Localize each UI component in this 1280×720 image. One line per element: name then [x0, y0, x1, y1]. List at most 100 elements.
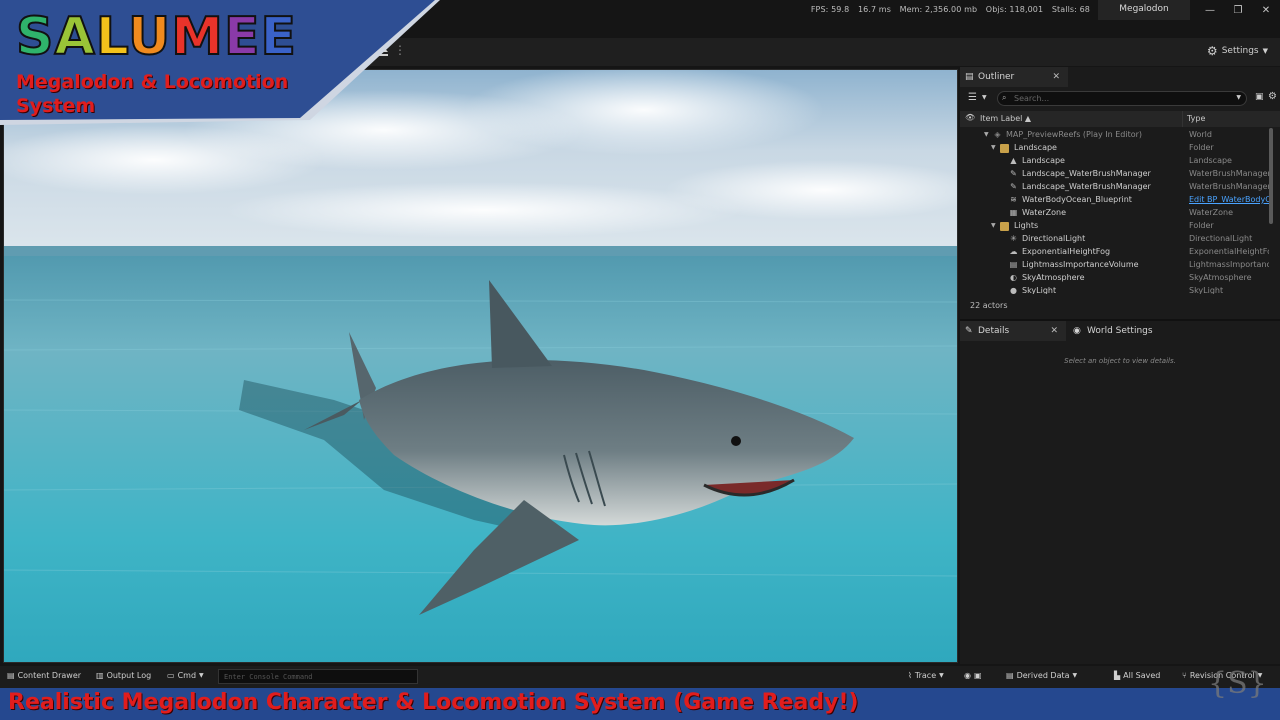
expand-arrow-icon[interactable]: ▼	[991, 141, 996, 154]
tree-row[interactable]: ✎ Landscape_WaterBrushManager WaterBrush…	[960, 180, 1270, 193]
row-type: DirectionalLight	[1189, 234, 1253, 243]
folder-icon	[1000, 222, 1009, 231]
search-input[interactable]	[1014, 92, 1224, 105]
outliner-scrollbar[interactable]	[1269, 128, 1273, 224]
status-bar: ▤ Content Drawer ▥ Output Log ▭ Cmd ▼ ⌇ …	[0, 666, 1280, 688]
terminal-icon: ▭	[167, 671, 175, 680]
world-icon: ◈	[994, 130, 1001, 139]
visibility-icon[interactable]: 👁	[965, 113, 975, 122]
edit-blueprint-link[interactable]: Edit BP_WaterBodyOcean	[1189, 193, 1269, 206]
performance-stats: FPS: 59.8 16.7 ms Mem: 2,356.00 mb Objs:…	[805, 5, 1090, 14]
frame-time-stat: 16.7 ms	[857, 5, 891, 14]
tree-row-folder[interactable]: ▼ Lights Folder	[960, 219, 1270, 232]
tree-row[interactable]: ✳ DirectionalLight DirectionalLight	[960, 232, 1270, 245]
fog-icon: ☁	[1009, 247, 1018, 256]
stalls-stat: Stalls: 68	[1051, 5, 1090, 14]
row-type: ExponentialHeightFog	[1189, 247, 1269, 256]
close-window-button[interactable]: ✕	[1254, 3, 1278, 19]
column-item-label[interactable]: Item Label ▲	[980, 114, 1031, 123]
all-saved-label: All Saved	[1123, 671, 1161, 680]
row-type: Folder	[1189, 221, 1214, 230]
viewport-scene	[4, 70, 957, 662]
row-label: Landscape_WaterBrushManager	[1022, 182, 1151, 191]
settings-label: Settings	[1221, 46, 1259, 56]
minimize-button[interactable]: —	[1198, 3, 1222, 19]
row-label: SkyLight	[1022, 286, 1057, 294]
column-separator[interactable]	[1182, 111, 1183, 127]
add-folder-icon[interactable]: ▣	[1255, 92, 1264, 102]
content-drawer-button[interactable]: ▤ Content Drawer	[7, 671, 81, 680]
banner-title: Realistic Megalodon Character & Locomoti…	[8, 690, 859, 715]
tree-row[interactable]: ✎ Landscape_WaterBrushManager WaterBrush…	[960, 167, 1270, 180]
outliner-column-header: 👁 Item Label ▲ Type	[960, 111, 1280, 127]
tab-outliner[interactable]: ▤ Outliner ✕	[960, 67, 1068, 87]
tree-row[interactable]: ▤ LightmassImportanceVolume LightmassImp…	[960, 258, 1270, 271]
row-label: Lights	[1014, 221, 1039, 230]
project-tab[interactable]: Megalodon	[1098, 0, 1190, 20]
directional-light-icon: ✳	[1010, 234, 1017, 243]
settings-button[interactable]: ⚙ Settings ▼	[1207, 44, 1268, 58]
all-saved-button[interactable]: ▙ All Saved	[1114, 671, 1160, 680]
search-icon: ⌕	[1002, 93, 1007, 102]
record-icon: ◉	[964, 671, 971, 680]
gear-icon: ⚙	[1206, 44, 1218, 58]
row-type: WaterBrushManager	[1189, 182, 1269, 191]
level-viewport[interactable]	[3, 69, 958, 663]
tree-row[interactable]: ◐ SkyAtmosphere SkyAtmosphere	[960, 271, 1270, 284]
brush-icon: ✎	[1010, 169, 1017, 178]
brand-overlay: SALUMEE Megalodon & Locomotion System	[0, 0, 440, 125]
derived-data-icon: ▤	[1006, 671, 1014, 680]
row-label: SkyAtmosphere	[1022, 273, 1085, 282]
tree-row[interactable]: ≋ WaterBodyOcean_Blueprint Edit BP_Water…	[960, 193, 1270, 206]
details-tab-label: Details	[978, 326, 1010, 336]
save-icon: ▙	[1114, 671, 1121, 680]
brand-letter: S	[15, 6, 55, 68]
close-icon[interactable]: ✕	[1050, 321, 1058, 341]
trace-dropdown[interactable]: ⌇ Trace ▼	[908, 671, 944, 680]
tree-row[interactable]: ▦ WaterZone WaterZone	[960, 206, 1270, 219]
output-log-button[interactable]: ▥ Output Log	[96, 671, 151, 680]
brand-letter: E	[260, 6, 298, 68]
revision-icon: ⑂	[1182, 671, 1187, 680]
search-dropdown-icon[interactable]: ▼	[1236, 94, 1241, 101]
chevron-down-icon[interactable]: ▼	[982, 94, 987, 101]
brush-icon: ✎	[1010, 182, 1017, 191]
expand-arrow-icon[interactable]: ▼	[984, 128, 989, 141]
tree-row[interactable]: ▲ Landscape Landscape	[960, 154, 1270, 167]
screenshot-icon[interactable]: ▣	[974, 671, 982, 680]
tab-details[interactable]: ✎ Details ✕	[960, 321, 1066, 341]
output-log-label: Output Log	[106, 671, 152, 680]
console-command-input[interactable]	[218, 669, 418, 684]
row-label: LightmassImportanceVolume	[1022, 260, 1139, 269]
row-type: WaterZone	[1189, 208, 1234, 217]
gear-icon[interactable]: ⚙	[1268, 91, 1277, 102]
brand-subtitle: Megalodon & Locomotion System	[16, 71, 289, 117]
outliner-icon: ▤	[965, 72, 974, 82]
column-item-label-text: Item Label	[980, 114, 1023, 123]
column-type[interactable]: Type	[1187, 114, 1205, 123]
cmd-label: Cmd	[177, 671, 197, 680]
row-type: WaterBrushManager	[1189, 169, 1269, 178]
derived-data-dropdown[interactable]: ▤ Derived Data ▼	[1006, 671, 1077, 680]
tree-row-folder[interactable]: ▼ Landscape Folder	[960, 141, 1270, 154]
expand-arrow-icon[interactable]: ▼	[991, 219, 996, 232]
drawer-icon: ▤	[7, 671, 15, 680]
search-box[interactable]: ⌕ ▼	[997, 91, 1247, 106]
restore-button[interactable]: ❐	[1226, 3, 1250, 19]
row-label: Landscape	[1014, 143, 1057, 152]
atmosphere-icon: ◐	[1010, 273, 1017, 282]
tab-world-settings[interactable]: ◉ World Settings	[1068, 321, 1280, 341]
close-icon[interactable]: ✕	[1052, 67, 1060, 87]
cmd-dropdown[interactable]: ▭ Cmd ▼	[167, 671, 204, 680]
tree-row-world[interactable]: ▼ ◈ MAP_PreviewReefs (Play In Editor) Wo…	[960, 128, 1270, 141]
landscape-icon: ▲	[1010, 156, 1017, 165]
filter-icon[interactable]: ☰	[968, 92, 977, 103]
log-icon: ▥	[96, 671, 104, 680]
pencil-icon: ✎	[965, 326, 973, 336]
record-button[interactable]: ◉ ▣	[964, 671, 982, 680]
actors-count: 22 actors	[970, 301, 1008, 310]
tree-row[interactable]: ● SkyLight SkyLight	[960, 284, 1270, 294]
tree-row[interactable]: ☁ ExponentialHeightFog ExponentialHeight…	[960, 245, 1270, 258]
outliner-search-row: ☰ ▼ ⌕ ▼ ▣ ⚙	[960, 88, 1280, 110]
row-label: Landscape_WaterBrushManager	[1022, 169, 1151, 178]
